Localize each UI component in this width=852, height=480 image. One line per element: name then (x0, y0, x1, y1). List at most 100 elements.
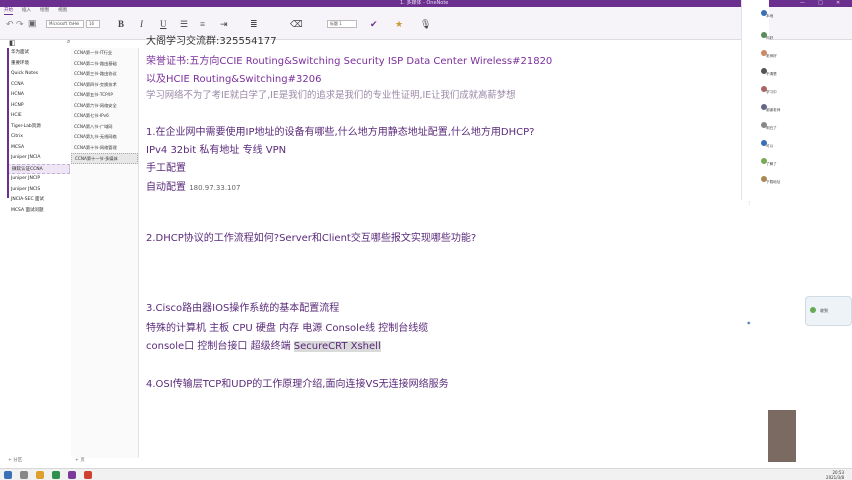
tab-home[interactable]: 开始 (4, 7, 13, 15)
chat-message: 明白了 (766, 126, 777, 130)
indent-icon[interactable]: ⇥ (220, 19, 228, 30)
section-item[interactable]: 华为面试 (7, 48, 70, 59)
undo-icon[interactable]: ↶ (6, 19, 14, 30)
note-line[interactable]: 学习网络不为了考IE就白学了,IE是我们的追求是我们的专业性证明,IE让我们成就… (146, 87, 516, 101)
ribbon-toolbar: ↶ ↷ ▣ Microsoft YaHei 16 B I U ☰ ≡ ⇥ ≣ ⌫… (0, 16, 852, 40)
note-line[interactable]: 大阁学习交流群:325554177 (146, 32, 277, 47)
section-item-selected[interactable]: 微软认证CCNA (7, 163, 70, 174)
tag-icon[interactable]: ✔ (370, 19, 378, 30)
bullet-list-icon[interactable]: ☰ (180, 19, 188, 30)
explorer-icon[interactable] (36, 471, 44, 479)
section-item[interactable]: Quick Notes (7, 69, 70, 80)
italic-button[interactable]: I (140, 19, 143, 29)
question-2[interactable]: 2.DHCP协议的工作流程如何?Server和Client交互哪些报文实现哪些功… (146, 229, 476, 244)
section-item[interactable]: HCIE (7, 111, 70, 122)
live-indicator-icon[interactable]: ◉ (747, 320, 751, 325)
paste-icon[interactable]: ▣ (28, 18, 37, 29)
tab-draw[interactable]: 绘图 (40, 7, 49, 15)
underline-button[interactable]: U (160, 19, 167, 29)
taskbar: 20:53 2021/3/8 (0, 468, 852, 480)
chat-scroll-icon[interactable]: ⋮ (747, 200, 751, 205)
section-item[interactable]: CCNA (7, 80, 70, 91)
page-item[interactable]: CCNA第九节-无线网络 (71, 132, 138, 143)
bold-button[interactable]: B (118, 19, 124, 29)
section-item[interactable]: MCSA 面试问题 (7, 206, 70, 217)
chat-message: 下载地址 (766, 180, 781, 184)
chat-message: 了解了 (766, 162, 777, 166)
chat-message: 老师好 (766, 54, 777, 58)
search-icon[interactable]: ⌕ (67, 39, 70, 46)
app-icon[interactable] (84, 471, 92, 479)
ip-address-text[interactable]: 180.97.33.107 (189, 184, 240, 192)
page-item[interactable]: CCNA第五节-TCP/IP (71, 90, 138, 101)
question-1[interactable]: 1.在企业网中需要使用IP地址的设备有哪些,什么地方用静态地址配置,什么地方用D… (146, 123, 534, 138)
ribbon-tabs: 开始 插入 绘图 视图 (4, 7, 67, 15)
window-title: 1. 多媒体 - OneNote (400, 0, 449, 6)
page-item[interactable]: CCNA第三节-路由协议 (71, 69, 138, 80)
section-item[interactable]: Tiger-Lab资源 (7, 122, 70, 133)
note-line-text[interactable]: console口 控制台接口 超级终端 (146, 341, 294, 352)
style-select[interactable]: 标题 1 (327, 20, 357, 28)
mic-icon[interactable]: 🎙 (420, 19, 431, 30)
section-item[interactable]: JNCIA-SEC 面试 (7, 195, 70, 206)
sections-panel: 华为面试 重要环境 Quick Notes CCNA HCNA HCNP HCI… (7, 48, 70, 458)
note-line[interactable]: 自动配置 180.97.33.107 (146, 178, 240, 193)
page-item[interactable]: CCNA第八节-广域网 (71, 122, 138, 133)
title-bar: 1. 多媒体 - OneNote — □ ✕ (0, 0, 852, 7)
note-line[interactable]: IPv4 32bit 私有地址 专线 VPN (146, 141, 286, 156)
section-item[interactable]: HCNA (7, 90, 70, 101)
note-canvas[interactable]: 大阁学习交流群:325554177 荣誉证书:五方向CCIE Routing&S… (140, 36, 740, 455)
chat-message: 你好 (766, 36, 774, 40)
add-page-button[interactable]: + 页 (75, 457, 85, 463)
pages-panel: CCNA第一节-IT行业 CCNA第二节-路由基础 CCNA第三节-路由协议 C… (71, 48, 139, 458)
chat-message: 可以 (766, 144, 774, 148)
font-name-select[interactable]: Microsoft YaHei (46, 20, 84, 28)
section-item[interactable]: Citrix (7, 132, 70, 143)
section-item[interactable]: HCNP (7, 101, 70, 112)
note-line[interactable]: console口 控制台接口 超级终端 SecureCRT Xshell (146, 337, 381, 352)
numbered-list-icon[interactable]: ≡ (200, 19, 205, 29)
note-line[interactable]: 以及HCIE Routing&Switching#3206 (146, 70, 321, 85)
note-line[interactable]: 手工配置 (146, 159, 186, 174)
search-taskbar-icon[interactable] (20, 471, 28, 479)
onenote-icon[interactable] (68, 471, 76, 479)
eraser-icon[interactable]: ⌫ (290, 19, 303, 30)
align-icon[interactable]: ≣ (250, 19, 258, 30)
page-item[interactable]: CCNA第六节-网络安全 (71, 101, 138, 112)
add-section-button[interactable]: + 分区 (8, 457, 22, 463)
star-icon[interactable]: ★ (395, 19, 403, 30)
page-item[interactable]: CCNA第四节-交换技术 (71, 80, 138, 91)
page-item[interactable]: CCNA第七节-IPv6 (71, 111, 138, 122)
section-item[interactable]: MCSA (7, 143, 70, 154)
chat-panel: 本地 你好 老师好 不清楚 学习中 谢谢老师 明白了 可以 了解了 下载地址 (741, 0, 852, 480)
redo-icon[interactable]: ↷ (16, 19, 24, 30)
chat-sidebar (741, 0, 769, 200)
tab-view[interactable]: 视图 (58, 7, 67, 15)
clock[interactable]: 20:53 2021/3/8 (826, 470, 844, 480)
page-item[interactable]: CCNA第十节-网络管理 (71, 143, 138, 154)
app-icon[interactable] (52, 471, 60, 479)
question-3[interactable]: 3.Cisco路由器IOS操作系统的基本配置流程 (146, 299, 339, 314)
section-item[interactable]: Juniper JNCIS (7, 185, 70, 196)
toast-avatar (810, 307, 816, 313)
note-line[interactable]: 荣誉证书:五方向CCIE Routing&Switching Security … (146, 52, 552, 67)
question-4[interactable]: 4.OSI传输层TCP和UDP的工作原理介绍,面向连接VS无连接网络服务 (146, 375, 449, 390)
notification-toast[interactable]: 收到 (805, 296, 852, 326)
note-line[interactable]: 特殊的计算机 主板 CPU 硬盘 内存 电源 Console线 控制台线缆 (146, 319, 428, 334)
section-item[interactable]: 重要环境 (7, 59, 70, 70)
tab-insert[interactable]: 插入 (22, 7, 31, 15)
page-item-selected[interactable]: CCNA第十一节-多媒体 (71, 153, 138, 164)
chat-message: 本地 (766, 14, 774, 18)
note-line-text[interactable]: 自动配置 (146, 182, 186, 193)
toast-text: 收到 (820, 308, 828, 313)
section-item[interactable]: Juniper JNCIP (7, 174, 70, 185)
section-item[interactable]: Juniper JNCIA (7, 153, 70, 164)
sections-accent-bar (7, 48, 9, 198)
font-size-select[interactable]: 16 (86, 20, 100, 28)
page-item[interactable]: CCNA第一节-IT行业 (71, 48, 138, 59)
webcam-overlay (768, 410, 796, 462)
highlighted-text[interactable]: SecureCRT Xshell (293, 341, 381, 352)
notebook-icon[interactable]: ◧ (9, 39, 16, 47)
page-item[interactable]: CCNA第二节-路由基础 (71, 59, 138, 70)
start-icon[interactable] (4, 471, 12, 479)
